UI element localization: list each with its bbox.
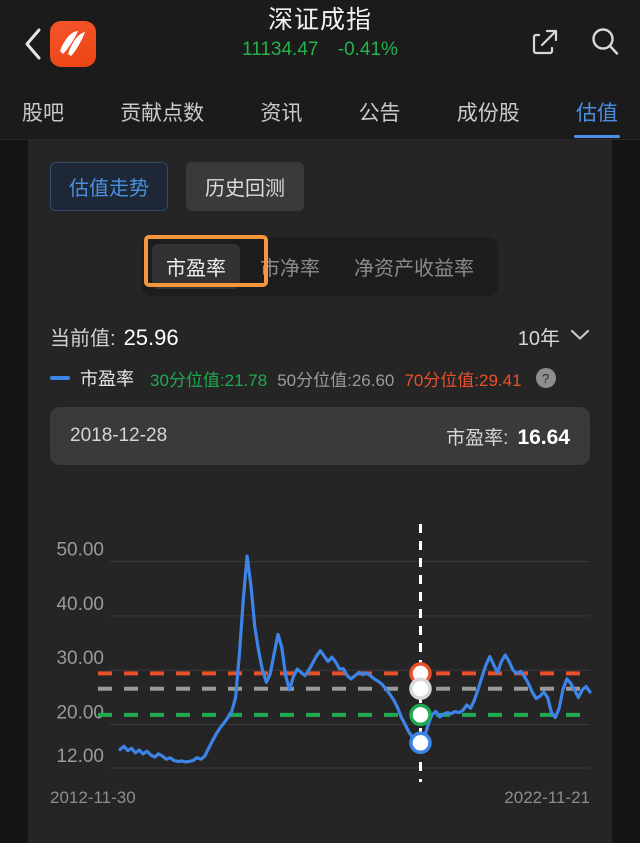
- index-value: 11134.47: [242, 39, 319, 60]
- legend-p30: 30分位值:21.78: [150, 370, 268, 390]
- legend-p70: 70分位值:29.41: [404, 370, 522, 390]
- search-icon: [589, 26, 621, 63]
- metric-roe[interactable]: 净资产收益率: [340, 244, 488, 289]
- tab-contribution-points[interactable]: 贡献点数: [120, 97, 204, 131]
- metric-selector: 市盈率 市净率 净资产收益率: [142, 235, 498, 296]
- metric-pe[interactable]: 市盈率: [152, 244, 240, 289]
- tab-valuation[interactable]: 估值: [576, 97, 618, 131]
- chart-tooltip: 2018-12-28 市盈率: 16.64: [50, 407, 590, 465]
- segment-control: 估值走势 历史回测: [28, 140, 612, 211]
- metric-pb[interactable]: 市净率: [246, 244, 334, 289]
- svg-text:40.00: 40.00: [56, 594, 104, 615]
- legend-series-name: 市盈率: [80, 369, 134, 389]
- chevron-down-icon: [570, 328, 590, 346]
- chart-legend: 市盈率 30分位值:21.78 50分位值:26.60 70分位值:29.41 …: [28, 351, 612, 391]
- segment-historical-backtest[interactable]: 历史回测: [186, 162, 304, 211]
- eastmoney-logo-icon[interactable]: [50, 21, 96, 67]
- svg-text:12.00: 12.00: [56, 746, 104, 767]
- tooltip-metric-value: 16.64: [517, 425, 570, 449]
- segment-valuation-trend[interactable]: 估值走势: [50, 162, 168, 211]
- legend-series-swatch: [50, 376, 70, 380]
- valuation-card: 估值走势 历史回测 市盈率 市净率 净资产收益率 当前值: 25.96 10年: [28, 140, 612, 843]
- tab-announcements[interactable]: 公告: [359, 97, 401, 131]
- back-button[interactable]: [18, 24, 48, 64]
- app-header: 深证成指 11134.47 -0.41%: [0, 0, 640, 88]
- tab-news[interactable]: 资讯: [260, 97, 302, 131]
- chevron-left-icon: [23, 27, 43, 61]
- tab-guba[interactable]: 股吧: [22, 97, 64, 131]
- tab-constituents[interactable]: 成份股: [457, 97, 520, 131]
- svg-text:30.00: 30.00: [56, 648, 104, 669]
- tooltip-date: 2018-12-28: [70, 425, 168, 446]
- index-change-percent: -0.41%: [337, 39, 398, 60]
- tooltip-value-group: 市盈率: 16.64: [446, 423, 570, 450]
- x-axis-end-label: 2022-11-21: [504, 788, 590, 807]
- svg-text:50.00: 50.00: [56, 540, 104, 561]
- x-axis-start-label: 2012-11-30: [50, 788, 136, 807]
- current-value-number: 25.96: [123, 325, 179, 350]
- legend-p50: 50分位值:26.60: [277, 370, 395, 390]
- current-value-row: 当前值: 25.96 10年: [28, 296, 612, 351]
- search-button[interactable]: [588, 27, 622, 61]
- svg-text:20.00: 20.00: [56, 703, 104, 724]
- share-button[interactable]: [528, 27, 562, 61]
- chart-x-axis: 2012-11-30 2022-11-21: [50, 788, 590, 808]
- range-selector[interactable]: 10年: [518, 322, 590, 351]
- share-external-icon: [530, 27, 560, 62]
- question-mark-icon[interactable]: ?: [535, 368, 556, 388]
- page-body: 估值走势 历史回测 市盈率 市净率 净资产收益率 当前值: 25.96 10年: [0, 140, 640, 843]
- tooltip-metric-label: 市盈率:: [446, 427, 509, 449]
- header-actions: [528, 27, 622, 61]
- range-selector-label: 10年: [517, 328, 560, 350]
- chart-canvas[interactable]: 50.00 40.00 30.00 20.00 12.00: [28, 518, 612, 786]
- metric-selector-wrap: 市盈率 市净率 净资产收益率: [28, 235, 612, 296]
- current-value-label: 当前值:: [50, 328, 116, 350]
- valuation-chart[interactable]: 50.00 40.00 30.00 20.00 12.00 2012-11-30 202…: [28, 518, 612, 843]
- main-tab-bar: 股吧 贡献点数 资讯 公告 成份股 估值: [0, 88, 640, 140]
